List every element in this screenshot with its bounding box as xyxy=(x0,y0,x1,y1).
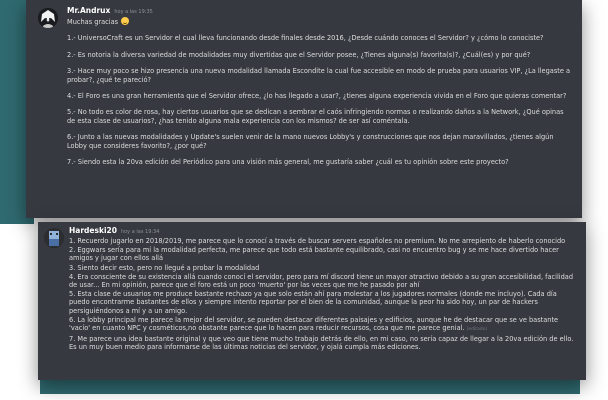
smiling-face-emoji-icon xyxy=(121,17,130,25)
question-item: 5.- No todo es color de rosa, hay cierto… xyxy=(67,108,564,125)
answer-item: 1. Recuerdo jugarlo en 2018/2019, me par… xyxy=(69,237,566,245)
message-header: Mr.Andrux hoy a las 19:35 xyxy=(67,6,153,17)
chat-message-card: Hardeski20 hoy a las 19:34 1. Recuerdo ju… xyxy=(38,222,586,380)
message-body: Muchas gracias 1.- UniversoCraft es un S… xyxy=(67,17,573,166)
answer-item: 3. Siento decir esto, pero no llegué a p… xyxy=(69,263,260,272)
answer-item: 7. Me parece una idea bastante original … xyxy=(69,335,574,352)
greeting-text: Muchas gracias xyxy=(67,18,119,26)
user-avatar-icon[interactable] xyxy=(38,8,58,28)
answer-item: 5. Esta clase de usuarios me produce bas… xyxy=(69,290,557,315)
user-avatar-icon[interactable] xyxy=(44,228,64,248)
question-item: 3.- Hace muy poco se hizo presencia una … xyxy=(67,67,571,84)
answer-item: 2. Eggwars sería para mí la modalidad pe… xyxy=(69,246,559,263)
timestamp: hoy a las 19:34 xyxy=(120,229,160,235)
message-body: 1. Recuerdo jugarlo en 2018/2019, me par… xyxy=(69,236,577,352)
question-item: 2.- Es notoria la diversa variedad de mo… xyxy=(67,50,531,59)
greeting-line: Muchas gracias xyxy=(67,17,573,26)
question-item: 6.- Junto a las nuevas modalidades y Upd… xyxy=(67,133,554,150)
edited-label: (editado) xyxy=(466,327,488,333)
chat-message-card: Mr.Andrux hoy a las 19:35 Muchas gracias … xyxy=(26,0,582,218)
question-item: 1.- UniversoCraft es un Servidor el cual… xyxy=(67,34,544,43)
timestamp: hoy a las 19:35 xyxy=(114,9,153,15)
question-item: 7.- Siendo esta la 20va edición del Peri… xyxy=(67,158,509,167)
username[interactable]: Mr.Andrux xyxy=(67,6,110,15)
answer-item: 6. La lobby principal me parece la mejor… xyxy=(69,316,577,334)
answer-item: 4. Era consciente de su existencia allá … xyxy=(69,272,574,290)
question-item: 4.- El Foro es una gran herramienta que … xyxy=(67,92,567,101)
username[interactable]: Hardeski20 xyxy=(69,226,117,235)
